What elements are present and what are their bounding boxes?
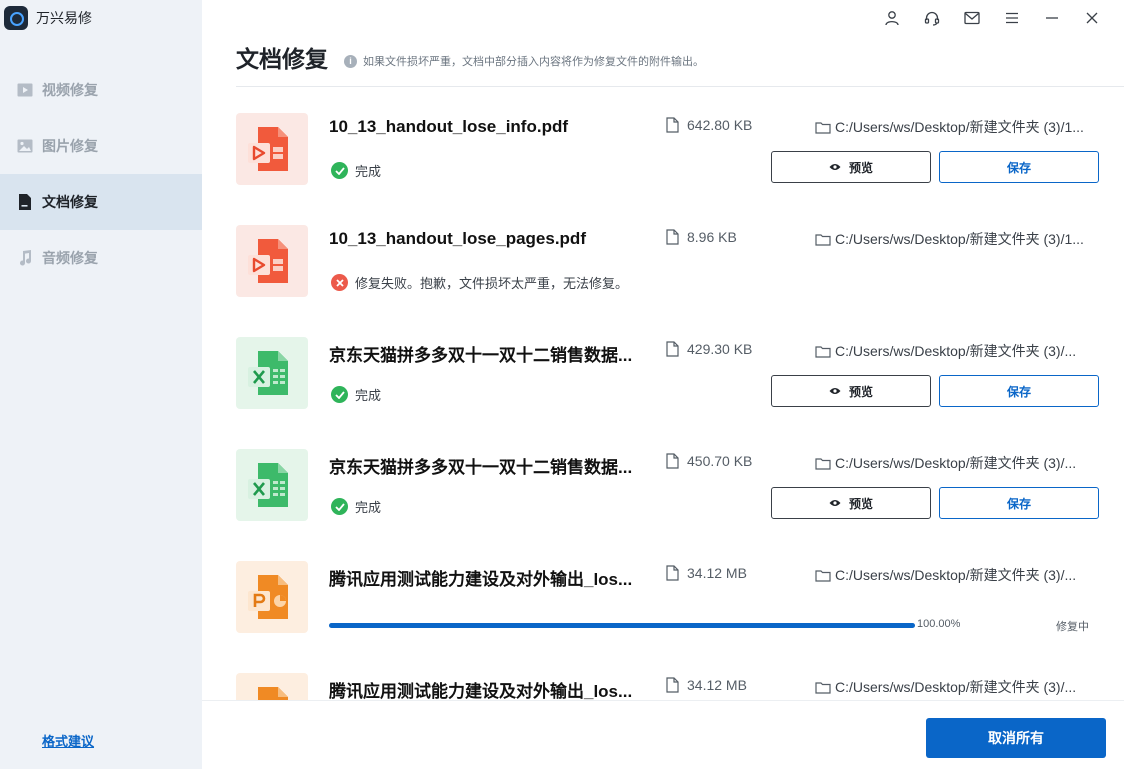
save-button[interactable]: 保存 [939, 487, 1099, 519]
file-size: 450.70 KB [666, 453, 752, 469]
hint: i 如果文件损坏严重，文档中部分插入内容将作为修复文件的附件输出。 [344, 53, 704, 69]
file-path: C:/Users/ws/Desktop/新建文件夹 (3)/1... [815, 229, 1105, 249]
progress-bar [329, 623, 915, 628]
file-size: 34.12 MB [666, 565, 747, 581]
minimize-icon[interactable] [1032, 6, 1072, 30]
check-circle-icon [331, 498, 348, 515]
video-icon [16, 81, 34, 99]
file-path: C:/Users/ws/Desktop/新建文件夹 (3)/... [815, 341, 1105, 361]
error-circle-icon [331, 274, 348, 291]
file-name: 京东天猫拼多多双十一双十二销售数据... [329, 346, 633, 365]
eye-icon [829, 388, 841, 394]
check-circle-icon [331, 162, 348, 179]
sidebar-item-video[interactable]: 视频修复 [0, 62, 202, 118]
sidebar-item-label: 文档修复 [42, 194, 98, 210]
close-icon[interactable] [1072, 6, 1112, 30]
file-path: C:/Users/ws/Desktop/新建文件夹 (3)/... [815, 677, 1105, 697]
preview-button[interactable]: 预览 [771, 375, 931, 407]
pdf-file-icon [236, 225, 308, 297]
folder-icon [815, 681, 831, 694]
file-icon [666, 453, 679, 469]
sidebar-item-image[interactable]: 图片修复 [0, 118, 202, 174]
sidebar-nav: 视频修复 图片修复 文档修复 音频修复 [0, 62, 202, 286]
excel-file-icon [236, 449, 308, 521]
check-circle-icon [331, 386, 348, 403]
file-row: 10_13_handout_lose_pages.pdf 8.96 KB C:/… [236, 212, 1124, 324]
folder-icon [815, 121, 831, 134]
powerpoint-file-icon [236, 561, 308, 633]
eye-icon [829, 500, 841, 506]
pdf-file-icon [236, 113, 308, 185]
music-icon [16, 249, 34, 267]
file-size: 34.12 MB [666, 677, 747, 693]
status-badge: 完成 [331, 385, 381, 404]
file-row: 腾讯应用测试能力建设及对外输出_los... 34.12 MB C:/Users… [236, 548, 1124, 660]
sidebar-item-audio[interactable]: 音频修复 [0, 230, 202, 286]
file-name: 腾讯应用测试能力建设及对外输出_los... [329, 682, 633, 700]
app-window: 万兴易修 视频修复 图片修复 文档修复 音频修复 格式建议 文档修复 i 如果文… [0, 0, 1124, 769]
file-name: 10_13_handout_lose_info.pdf [329, 117, 568, 136]
file-row: 京东天猫拼多多双十一双十二销售数据... 429.30 KB C:/Users/… [236, 324, 1124, 436]
sidebar-item-label: 音频修复 [42, 250, 98, 266]
powerpoint-file-icon [236, 673, 308, 700]
format-suggestion-link[interactable]: 格式建议 [42, 731, 94, 750]
sidebar-item-document[interactable]: 文档修复 [0, 174, 202, 230]
file-row: 京东天猫拼多多双十一双十二销售数据... 450.70 KB C:/Users/… [236, 436, 1124, 548]
file-path: C:/Users/ws/Desktop/新建文件夹 (3)/... [815, 453, 1105, 473]
sidebar-item-label: 图片修复 [42, 138, 98, 154]
file-name: 腾讯应用测试能力建设及对外输出_los... [329, 570, 633, 589]
app-logo-icon [4, 6, 28, 30]
file-size: 8.96 KB [666, 229, 737, 245]
file-icon [666, 117, 679, 133]
info-icon: i [344, 54, 357, 68]
file-row: 10_13_handout_lose_info.pdf 642.80 KB C:… [236, 100, 1124, 212]
file-list: 10_13_handout_lose_info.pdf 642.80 KB C:… [236, 100, 1124, 700]
window-controls [872, 6, 1112, 30]
brand: 万兴易修 [0, 0, 202, 36]
cancel-all-button[interactable]: 取消所有 [926, 718, 1106, 758]
file-size: 429.30 KB [666, 341, 752, 357]
progress-fill [329, 623, 915, 628]
file-icon [666, 341, 679, 357]
mail-icon[interactable] [952, 6, 992, 30]
page-title: 文档修复 [236, 46, 328, 72]
eye-icon [829, 164, 841, 170]
sidebar: 万兴易修 视频修复 图片修复 文档修复 音频修复 格式建议 [0, 0, 202, 769]
preview-button[interactable]: 预览 [771, 151, 931, 183]
main-panel: 文档修复 i 如果文件损坏严重，文档中部分插入内容将作为修复文件的附件输出。 1… [202, 0, 1124, 769]
app-name: 万兴易修 [36, 10, 92, 26]
file-icon [666, 565, 679, 581]
status-badge: 修复失败。抱歉，文件损坏太严重，无法修复。 [331, 273, 628, 292]
document-icon [16, 193, 34, 211]
menu-icon[interactable] [992, 6, 1032, 30]
file-icon [666, 229, 679, 245]
file-icon [666, 677, 679, 693]
file-path: C:/Users/ws/Desktop/新建文件夹 (3)/1... [815, 117, 1105, 137]
file-name: 10_13_handout_lose_pages.pdf [329, 229, 586, 248]
save-button[interactable]: 保存 [939, 151, 1099, 183]
file-size: 642.80 KB [666, 117, 752, 133]
folder-icon [815, 345, 831, 358]
repair-state: 修复中 [1056, 621, 1089, 633]
hint-text: 如果文件损坏严重，文档中部分插入内容将作为修复文件的附件输出。 [363, 56, 704, 68]
folder-icon [815, 569, 831, 582]
file-path: C:/Users/ws/Desktop/新建文件夹 (3)/... [815, 565, 1105, 585]
image-icon [16, 137, 34, 155]
status-badge: 完成 [331, 161, 381, 180]
user-icon[interactable] [872, 6, 912, 30]
divider [236, 86, 1124, 87]
status-badge: 完成 [331, 497, 381, 516]
progress-percent: 100.00% [917, 618, 961, 630]
folder-icon [815, 233, 831, 246]
folder-icon [815, 457, 831, 470]
file-name: 京东天猫拼多多双十一双十二销售数据... [329, 458, 633, 477]
file-row: 腾讯应用测试能力建设及对外输出_los... 34.12 MB C:/Users… [236, 660, 1124, 700]
preview-button[interactable]: 预览 [771, 487, 931, 519]
save-button[interactable]: 保存 [939, 375, 1099, 407]
excel-file-icon [236, 337, 308, 409]
sidebar-item-label: 视频修复 [42, 82, 98, 98]
headset-icon[interactable] [912, 6, 952, 30]
